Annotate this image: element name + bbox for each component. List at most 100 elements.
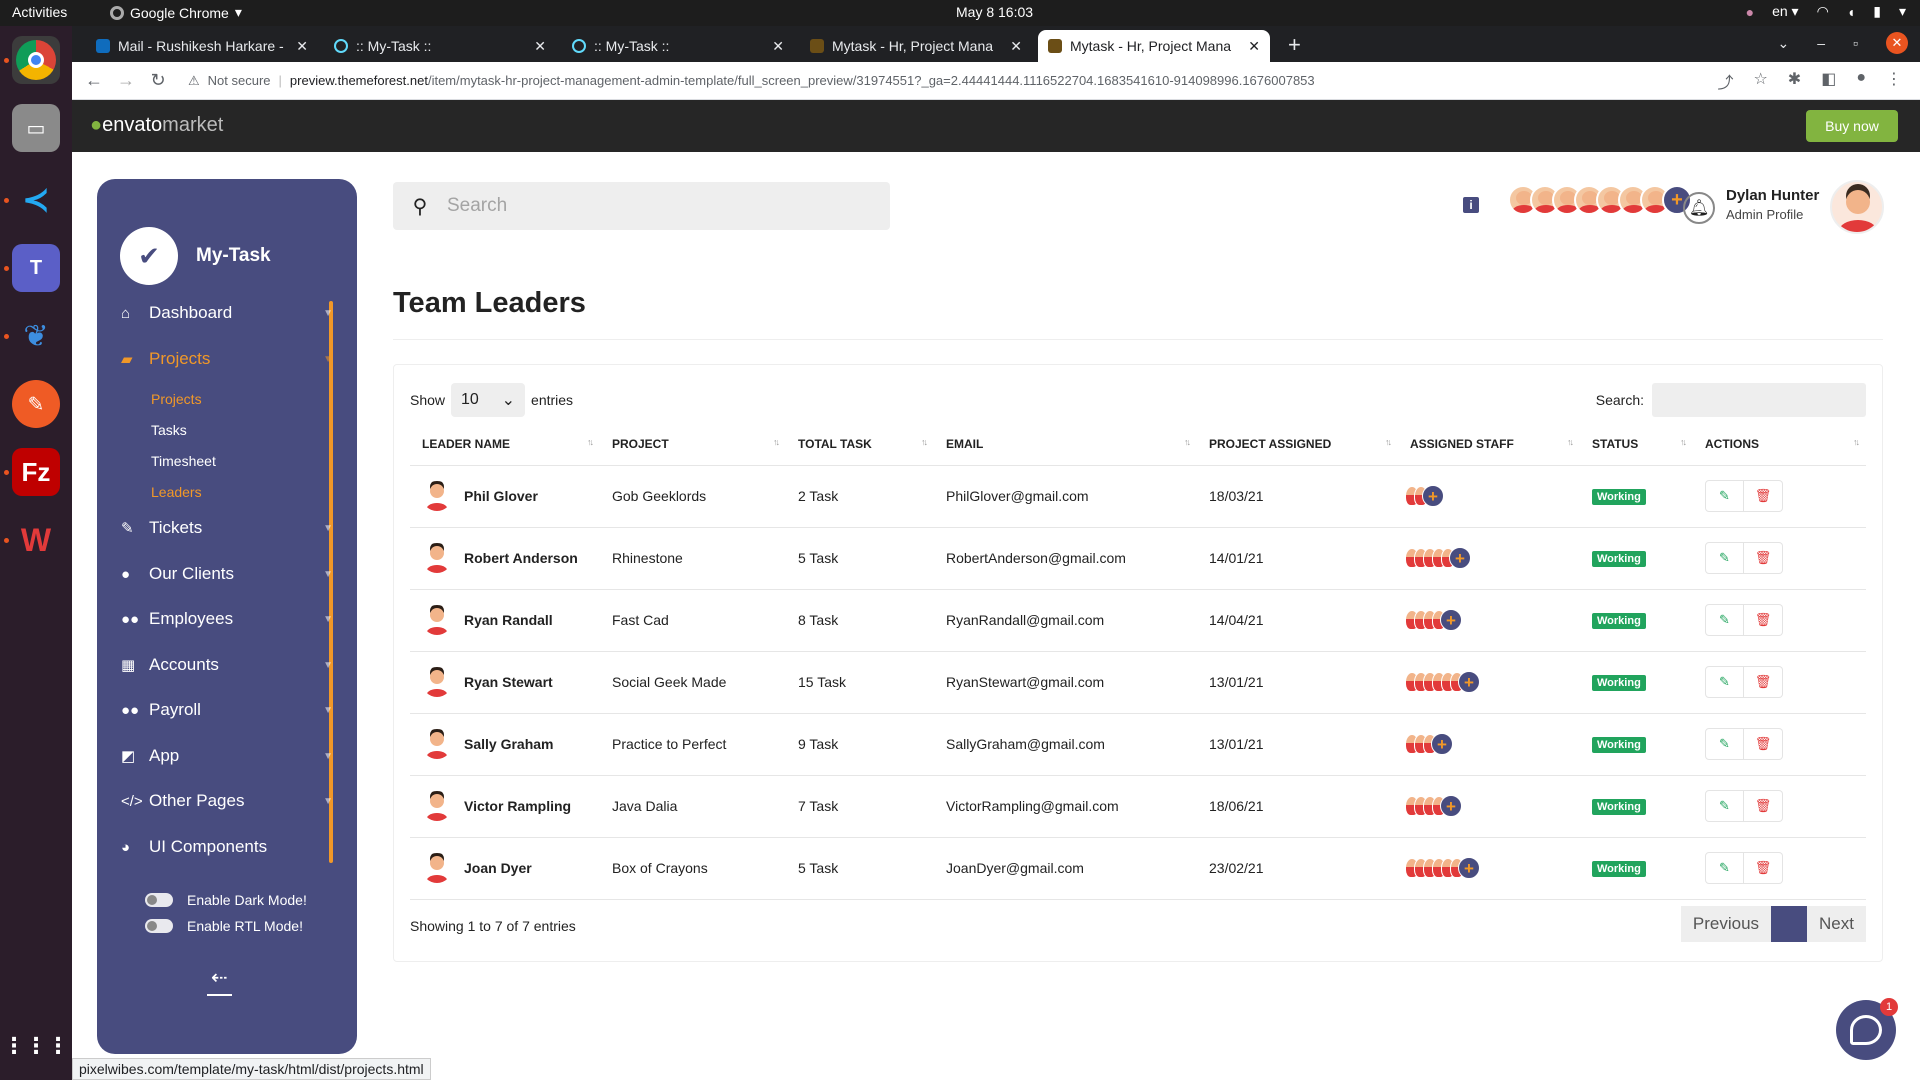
add-staff-icon[interactable]: + <box>1440 795 1462 817</box>
previous-button[interactable]: Previous <box>1680 906 1772 942</box>
reload-icon[interactable]: ↻ <box>142 70 174 91</box>
column-header[interactable]: TOTAL TASK ↑↓ <box>786 423 934 466</box>
new-tab-icon[interactable]: + <box>1288 32 1301 58</box>
column-header[interactable]: ASSIGNED STAFF ↑↓ <box>1398 423 1580 466</box>
staff-avatars[interactable]: + <box>1405 671 1580 693</box>
sidebar-item-other-pages[interactable]: </> Other Pages ▼ <box>121 787 333 815</box>
close-icon[interactable]: ✕ <box>534 38 546 55</box>
column-header[interactable]: PROJECT ↑↓ <box>600 423 786 466</box>
extensions-icon[interactable]: ✱ <box>1788 69 1801 93</box>
sidebar-item-accounts[interactable]: ▦ Accounts ▼ <box>121 651 333 679</box>
add-staff-icon[interactable]: + <box>1422 485 1444 507</box>
sidebar-item-app[interactable]: ◩ App ▼ <box>121 742 333 770</box>
edit-icon[interactable]: ✎ <box>1705 852 1744 884</box>
sidebar-sub-tasks[interactable]: Tasks <box>151 422 187 438</box>
side-panel-icon[interactable]: ◧ <box>1821 69 1836 93</box>
trash-icon[interactable]: 🗑︎ <box>1744 480 1783 512</box>
page-1-button[interactable] <box>1771 906 1808 942</box>
envato-logo[interactable]: ●envatomarket <box>90 114 223 137</box>
edit-icon[interactable]: ✎ <box>1705 480 1744 512</box>
vscode-dock-icon[interactable]: ≺ <box>12 176 60 224</box>
filezilla-dock-icon[interactable]: Fz <box>12 448 60 496</box>
browser-tab[interactable]: :: My-Task :: ✕ <box>562 30 794 62</box>
files-dock-icon[interactable]: ▭ <box>12 104 60 152</box>
forward-icon[interactable]: → <box>110 70 142 91</box>
dbeaver-dock-icon[interactable]: ❦ <box>12 312 60 360</box>
trash-icon[interactable]: 🗑︎ <box>1744 604 1783 636</box>
sidebar-sub-projects[interactable]: Projects <box>151 391 202 407</box>
page-size-select[interactable]: 10 ⌄ <box>451 383 526 417</box>
sidebar-item-payroll[interactable]: ●● Payroll ▼ <box>121 696 333 724</box>
url-field[interactable]: ⚠ Not secure | preview.themeforest.net/i… <box>188 73 1717 89</box>
staff-avatars[interactable]: + <box>1405 485 1580 507</box>
trash-icon[interactable]: 🗑︎ <box>1744 542 1783 574</box>
leader-name[interactable]: Sally Graham <box>464 736 554 752</box>
staff-avatars[interactable]: + <box>1405 609 1580 631</box>
edit-icon[interactable]: ✎ <box>1705 666 1744 698</box>
trash-icon[interactable]: 🗑︎ <box>1744 666 1783 698</box>
back-icon[interactable]: ← <box>78 70 110 91</box>
sidebar-item-ui-components[interactable]: ◕ UI Components <box>121 833 333 861</box>
staff-avatars[interactable]: + <box>1405 733 1580 755</box>
profile-icon[interactable]: ● <box>1856 69 1866 93</box>
column-header[interactable]: LEADER NAME ↑↓ <box>410 423 600 466</box>
staff-avatars[interactable]: + <box>1405 547 1580 569</box>
browser-tab[interactable]: :: My-Task :: ✕ <box>324 30 556 62</box>
browser-tab[interactable]: Mail - Rushikesh Harkare - ✕ <box>86 30 318 62</box>
clock[interactable]: May 8 16:03 <box>956 4 1033 20</box>
toggle-switch[interactable] <box>145 893 173 907</box>
close-icon[interactable]: ✕ <box>1248 38 1260 55</box>
team-avatars[interactable]: + <box>1508 185 1692 215</box>
leader-name[interactable]: Ryan Stewart <box>464 674 553 690</box>
close-icon[interactable]: ✕ <box>772 38 784 55</box>
sidebar-sub-leaders[interactable]: Leaders <box>151 484 202 500</box>
activities-button[interactable]: Activities <box>12 4 67 20</box>
share-icon[interactable]: ⤴ <box>1717 69 1733 93</box>
edit-icon[interactable]: ✎ <box>1705 728 1744 760</box>
sidebar-item-dashboard[interactable]: ⌂ Dashboard ▼ <box>121 299 333 327</box>
search-input[interactable] <box>447 195 890 217</box>
buy-now-button[interactable]: Buy now <box>1806 110 1898 142</box>
add-staff-icon[interactable]: + <box>1449 547 1471 569</box>
system-tray[interactable]: ● en ▾ ◠ ◖ ▮ ▾ <box>1746 3 1906 20</box>
column-header[interactable]: STATUS ↑↓ <box>1580 423 1693 466</box>
add-staff-icon[interactable]: + <box>1458 857 1480 879</box>
app-menu[interactable]: Google Chrome ▾ <box>110 4 242 21</box>
browser-tab-active[interactable]: Mytask - Hr, Project Mana ✕ <box>1038 30 1270 62</box>
column-header[interactable]: ACTIONS ↑↓ <box>1693 423 1866 466</box>
info-icon[interactable]: i <box>1463 197 1479 213</box>
menu-kebab-icon[interactable]: ⋮ <box>1886 69 1902 93</box>
brand[interactable]: ✔ My-Task <box>120 227 271 285</box>
chrome-dock-icon[interactable] <box>12 36 60 84</box>
trash-icon[interactable]: 🗑︎ <box>1744 852 1783 884</box>
add-staff-icon[interactable]: + <box>1440 609 1462 631</box>
restore-icon[interactable]: ▫ <box>1853 35 1858 51</box>
wps-dock-icon[interactable]: W <box>12 516 60 564</box>
sidebar-item-employees[interactable]: ●● Employees ▼ <box>121 605 333 633</box>
sidebar-item-projects[interactable]: ▰ Projects ▼ <box>121 345 333 373</box>
next-button[interactable]: Next <box>1807 906 1866 942</box>
sidebar-sub-timesheet[interactable]: Timesheet <box>151 453 216 469</box>
trash-icon[interactable]: 🗑︎ <box>1744 728 1783 760</box>
edit-icon[interactable]: ✎ <box>1705 790 1744 822</box>
table-search-input[interactable] <box>1652 383 1866 417</box>
add-staff-icon[interactable]: + <box>1431 733 1453 755</box>
show-apps-icon[interactable]: ⋮⋮⋮ <box>3 1022 69 1070</box>
minimize-icon[interactable]: – <box>1817 35 1825 51</box>
leader-name[interactable]: Ryan Randall <box>464 612 553 628</box>
close-icon[interactable]: ✕ <box>296 38 308 55</box>
collapse-sidebar-icon[interactable]: ⇠ <box>207 965 232 996</box>
profile-avatar[interactable] <box>1830 180 1884 234</box>
toggle-switch[interactable] <box>145 919 173 933</box>
window-close-icon[interactable]: ✕ <box>1886 32 1908 54</box>
sidebar-item-tickets[interactable]: ✎ Tickets ▼ <box>121 514 333 542</box>
leader-name[interactable]: Victor Rampling <box>464 798 571 814</box>
staff-avatars[interactable]: + <box>1405 795 1580 817</box>
edit-icon[interactable]: ✎ <box>1705 542 1744 574</box>
column-header[interactable]: PROJECT ASSIGNED ↑↓ <box>1197 423 1398 466</box>
leader-name[interactable]: Robert Anderson <box>464 550 578 566</box>
dark-mode-toggle[interactable]: Enable Dark Mode! <box>145 892 307 908</box>
user-profile[interactable]: Dylan Hunter Admin Profile <box>1726 187 1819 222</box>
leader-name[interactable]: Phil Glover <box>464 488 538 504</box>
edit-icon[interactable]: ✎ <box>1705 604 1744 636</box>
